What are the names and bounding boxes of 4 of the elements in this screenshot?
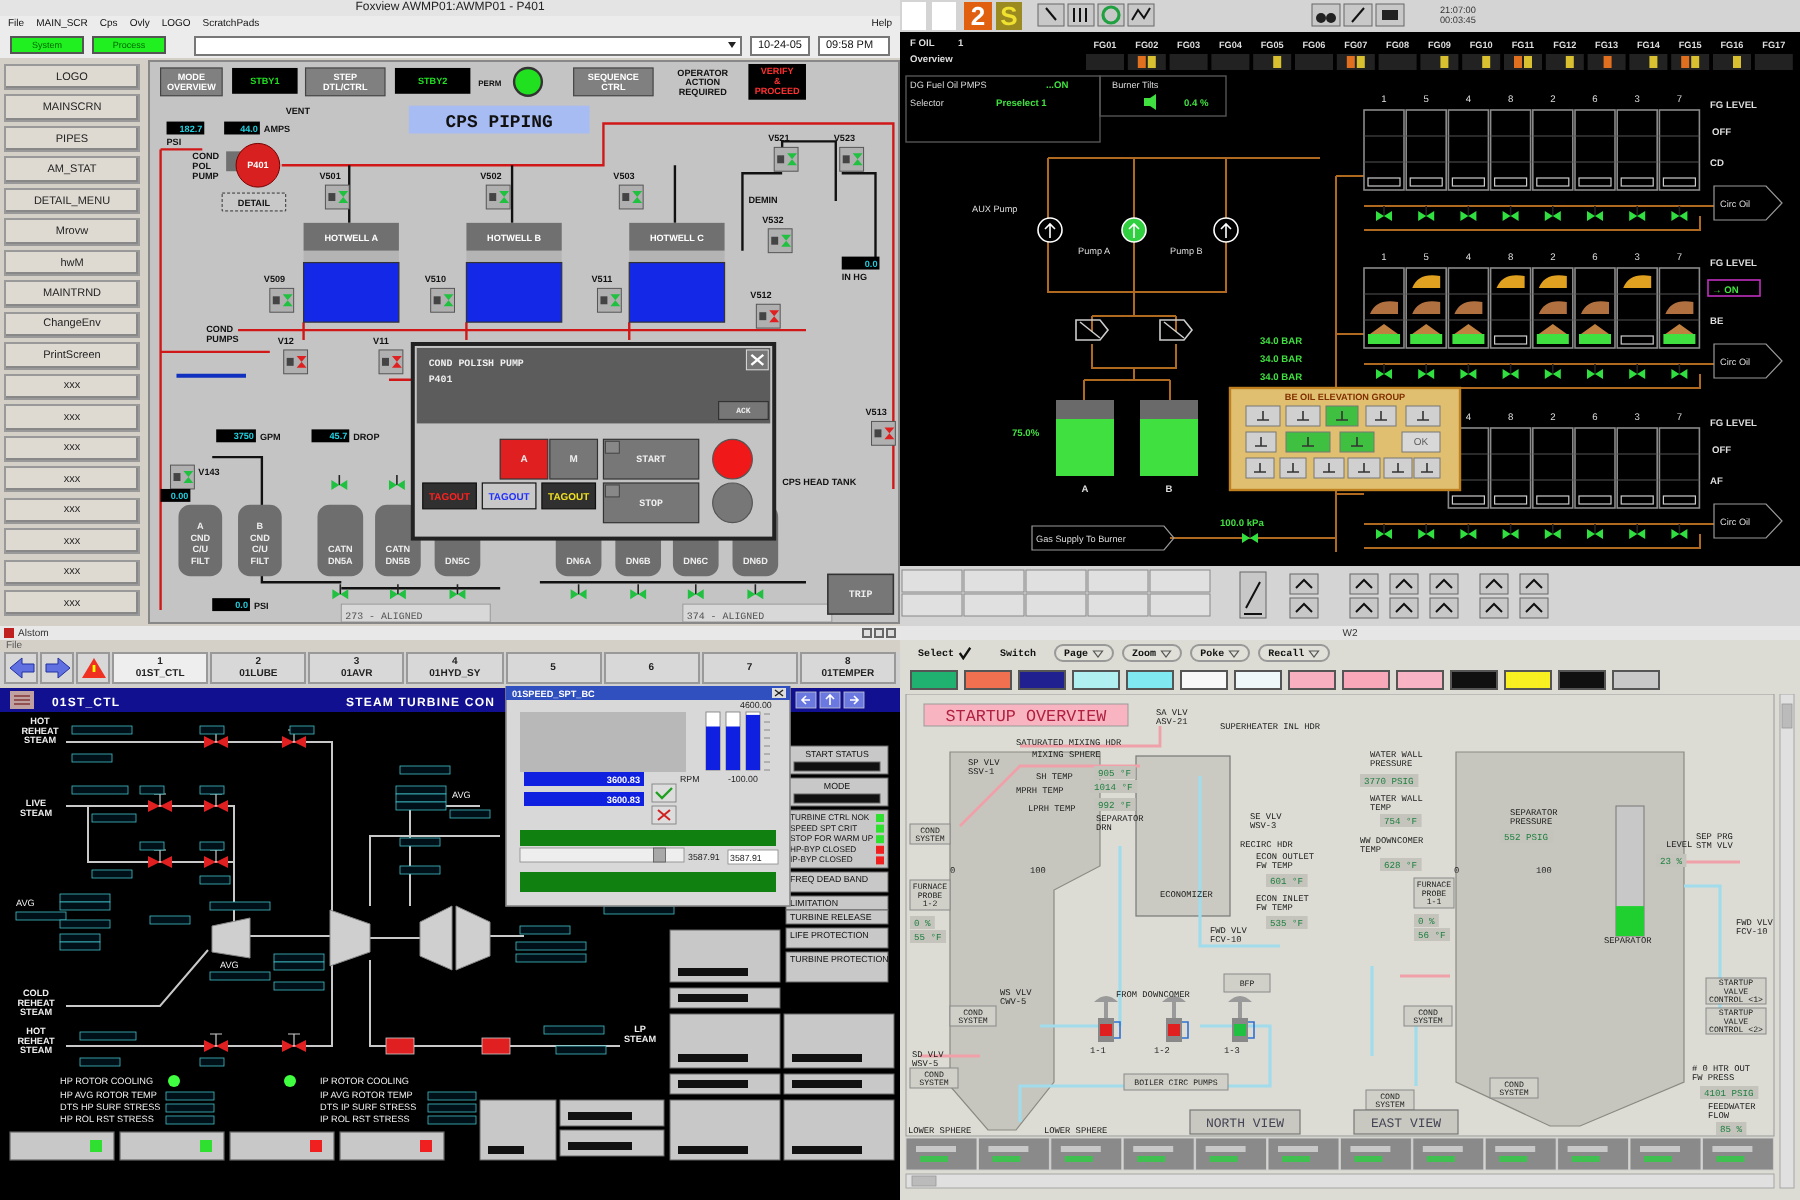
letter-badge: S [996, 1, 1022, 31]
display-title: STARTUP OVERVIEW [923, 703, 1129, 727]
unit-badge: 2 [964, 1, 992, 31]
diagram-title: CPS PIPING [408, 105, 590, 134]
